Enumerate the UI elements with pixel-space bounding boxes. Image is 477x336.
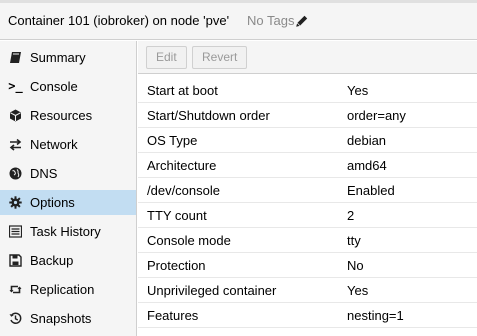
option-key: Unprivileged container (147, 283, 277, 298)
option-key: Protection (147, 258, 206, 273)
list-icon (8, 224, 23, 239)
option-value: amd64 (347, 158, 387, 173)
sidebar-item-resources[interactable]: Resources (0, 103, 136, 128)
retweet-icon (8, 282, 23, 297)
terminal-icon: >_ (8, 79, 23, 93)
table-row[interactable]: Unprivileged container Yes (138, 278, 477, 303)
option-value: debian (347, 133, 387, 148)
options-grid: Start at boot Yes Start/Shutdown order o… (138, 78, 477, 328)
sidebar-item-label: Replication (30, 282, 95, 297)
sidebar-item-options[interactable]: Options (0, 190, 136, 215)
tags-label: No Tags (247, 13, 295, 28)
table-row[interactable]: Protection No (138, 253, 477, 278)
table-row[interactable]: Console mode tty (138, 228, 477, 253)
revert-button[interactable]: Revert (192, 46, 248, 69)
option-value: tty (347, 233, 361, 248)
history-icon (8, 311, 23, 326)
option-value: Enabled (347, 183, 395, 198)
sidebar-item-label: Network (30, 137, 78, 152)
sidebar-item-label: Backup (30, 253, 74, 268)
sidebar: Summary >_ Console Resources Network DNS… (0, 41, 137, 336)
sidebar-item-label: DNS (30, 166, 58, 181)
table-row[interactable]: Start at boot Yes (138, 78, 477, 103)
sidebar-item-console[interactable]: >_ Console (0, 74, 136, 99)
sidebar-item-dns[interactable]: DNS (0, 161, 136, 186)
table-row[interactable]: TTY count 2 (138, 203, 477, 228)
option-key: OS Type (147, 133, 198, 148)
option-key: Console mode (147, 233, 231, 248)
option-value: order=any (347, 108, 406, 123)
option-value: nesting=1 (347, 308, 404, 323)
table-row[interactable]: Start/Shutdown order order=any (138, 103, 477, 128)
table-row[interactable]: /dev/console Enabled (138, 178, 477, 203)
option-key: Features (147, 308, 199, 323)
sidebar-item-summary[interactable]: Summary (0, 45, 136, 70)
sidebar-item-backup[interactable]: Backup (0, 248, 136, 273)
floppy-icon (8, 253, 23, 268)
pencil-icon[interactable] (296, 15, 308, 27)
option-value: 2 (347, 208, 355, 223)
sidebar-item-network[interactable]: Network (0, 132, 136, 157)
sidebar-item-task-history[interactable]: Task History (0, 219, 136, 244)
content-header: Container 101 (iobroker) on node 'pve' N… (0, 3, 477, 40)
table-row[interactable]: OS Type debian (138, 128, 477, 153)
toolbar: Edit Revert (138, 41, 477, 74)
sidebar-item-label: Snapshots (30, 311, 92, 326)
sidebar-item-label: Options (30, 195, 75, 210)
option-key: Start at boot (147, 83, 218, 98)
sidebar-item-snapshots[interactable]: Snapshots (0, 306, 136, 331)
option-key: TTY count (147, 208, 207, 223)
option-value: Yes (347, 283, 369, 298)
exchange-icon (8, 137, 23, 152)
sidebar-item-label: Resources (30, 108, 93, 123)
option-key: /dev/console (147, 183, 220, 198)
sidebar-item-label: Task History (30, 224, 101, 239)
book-icon (8, 50, 23, 65)
sidebar-item-label: Console (30, 79, 78, 94)
edit-button[interactable]: Edit (146, 46, 187, 69)
sidebar-item-replication[interactable]: Replication (0, 277, 136, 302)
cube-icon (8, 108, 23, 123)
table-row[interactable]: Architecture amd64 (138, 153, 477, 178)
option-value: Yes (347, 83, 369, 98)
option-value: No (347, 258, 364, 273)
page-title: Container 101 (iobroker) on node 'pve' (8, 13, 230, 28)
globe-icon (8, 166, 23, 181)
sidebar-item-label: Summary (30, 50, 86, 65)
option-key: Architecture (147, 158, 217, 173)
option-key: Start/Shutdown order (147, 108, 270, 123)
gear-icon (8, 195, 23, 210)
table-row[interactable]: Features nesting=1 (138, 303, 477, 328)
